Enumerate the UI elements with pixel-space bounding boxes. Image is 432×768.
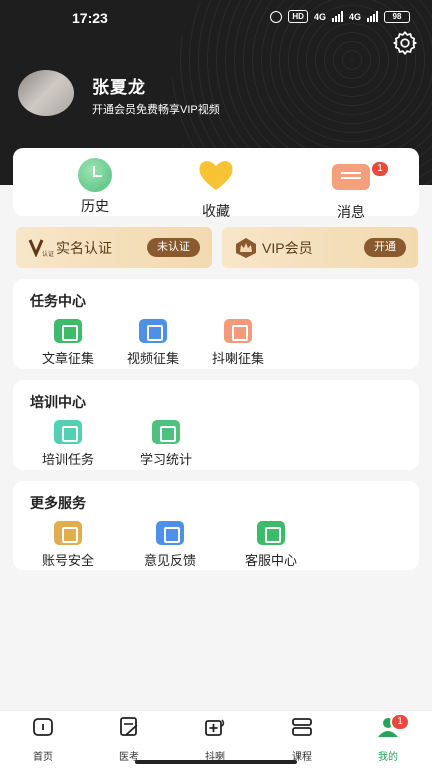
tab-mine-label: 我的 xyxy=(378,752,398,763)
history-icon xyxy=(78,158,112,192)
tab-home[interactable]: 首页 xyxy=(13,716,73,763)
video-collect-button[interactable]: 视频征集 xyxy=(113,319,193,367)
stats-icon xyxy=(152,420,180,444)
task-center-card: 任务中心 文章征集 视频征集 抖喇征集 xyxy=(13,279,419,369)
doula-collect-button[interactable]: 抖喇征集 xyxy=(198,319,278,367)
favorites-label: 收藏 xyxy=(202,203,230,219)
alarm-icon xyxy=(270,10,283,23)
history-button[interactable]: 历史 xyxy=(60,158,130,216)
avatar[interactable] xyxy=(18,70,74,116)
vip-label: VIP会员 xyxy=(262,240,313,256)
training-task-label: 培训任务 xyxy=(41,452,94,467)
heart-icon xyxy=(199,161,233,190)
feedback-icon xyxy=(156,521,184,545)
verify-icon-text: 认证 xyxy=(42,252,55,258)
favorites-button[interactable]: 收藏 xyxy=(181,158,251,221)
clipboard-icon xyxy=(54,420,82,444)
network-label: 4G xyxy=(313,11,326,22)
vip-promo-text[interactable]: 开通会员免费畅享VIP视频 xyxy=(92,101,220,117)
tab-mine-badge: 1 xyxy=(390,713,410,731)
tab-medical-exam[interactable]: 医考 xyxy=(99,716,159,763)
training-center-card: 培训中心 培训任务 学习统计 xyxy=(13,380,419,470)
message-badge: 1 xyxy=(370,160,390,178)
short-video-icon xyxy=(224,319,252,343)
courses-icon xyxy=(292,718,312,736)
crown-icon xyxy=(236,238,256,258)
messages-label: 消息 xyxy=(337,204,365,220)
more-services-card: 更多服务 账号安全 意见反馈 客服中心 xyxy=(13,481,419,570)
open-vip-button[interactable]: 开通 xyxy=(364,238,406,257)
shield-icon xyxy=(54,521,82,545)
study-stats-button[interactable]: 学习统计 xyxy=(126,420,206,468)
signal-icon-2 xyxy=(367,11,378,22)
doula-collect-label: 抖喇征集 xyxy=(211,351,264,366)
account-security-label: 账号安全 xyxy=(41,553,94,568)
video-collect-label: 视频征集 xyxy=(126,351,179,366)
status-time: 17:23 xyxy=(72,10,108,26)
home-indicator xyxy=(135,760,297,764)
more-services-title: 更多服务 xyxy=(30,495,86,511)
messages-button[interactable]: 1 消息 xyxy=(316,158,390,222)
training-task-button[interactable]: 培训任务 xyxy=(28,420,108,468)
history-label: 历史 xyxy=(81,198,109,214)
exam-icon xyxy=(120,717,138,736)
article-collect-label: 文章征集 xyxy=(41,351,94,366)
article-icon xyxy=(54,319,82,343)
unverified-button[interactable]: 未认证 xyxy=(147,238,200,257)
home-icon xyxy=(33,718,53,736)
customer-service-button[interactable]: 客服中心 xyxy=(231,521,311,569)
tab-home-label: 首页 xyxy=(33,752,53,763)
settings-gear-icon[interactable] xyxy=(392,30,418,56)
training-center-title: 培训中心 xyxy=(30,394,86,410)
tab-doula[interactable]: 抖喇 xyxy=(185,716,245,763)
tab-courses[interactable]: 课程 xyxy=(272,716,332,763)
task-center-title: 任务中心 xyxy=(30,293,86,309)
study-stats-label: 学习统计 xyxy=(139,452,192,467)
doula-icon xyxy=(205,719,225,736)
feedback-label: 意见反馈 xyxy=(143,553,196,568)
battery-icon: 98 xyxy=(384,10,410,23)
status-bar: 17:23 HD 4G 4G 98 xyxy=(0,8,432,30)
feedback-button[interactable]: 意见反馈 xyxy=(130,521,210,569)
quick-actions-card: 历史 收藏 1 消息 xyxy=(13,148,419,220)
account-security-button[interactable]: 账号安全 xyxy=(28,521,108,569)
message-icon xyxy=(332,164,370,190)
article-collect-button[interactable]: 文章征集 xyxy=(28,319,108,367)
verify-label: 实名认证 xyxy=(56,240,112,256)
headset-icon xyxy=(257,521,285,545)
real-name-verify-banner[interactable]: 认证 实名认证 未认证 xyxy=(16,227,212,268)
network-label-2: 4G xyxy=(348,11,361,22)
video-icon xyxy=(139,319,167,343)
signal-icon xyxy=(331,11,343,22)
user-name[interactable]: 张夏龙 xyxy=(92,73,146,98)
hd-indicator: HD xyxy=(288,10,308,23)
tab-mine[interactable]: 1 我的 xyxy=(358,713,418,763)
customer-service-label: 客服中心 xyxy=(244,553,297,568)
vip-banner[interactable]: VIP会员 开通 xyxy=(222,227,418,268)
